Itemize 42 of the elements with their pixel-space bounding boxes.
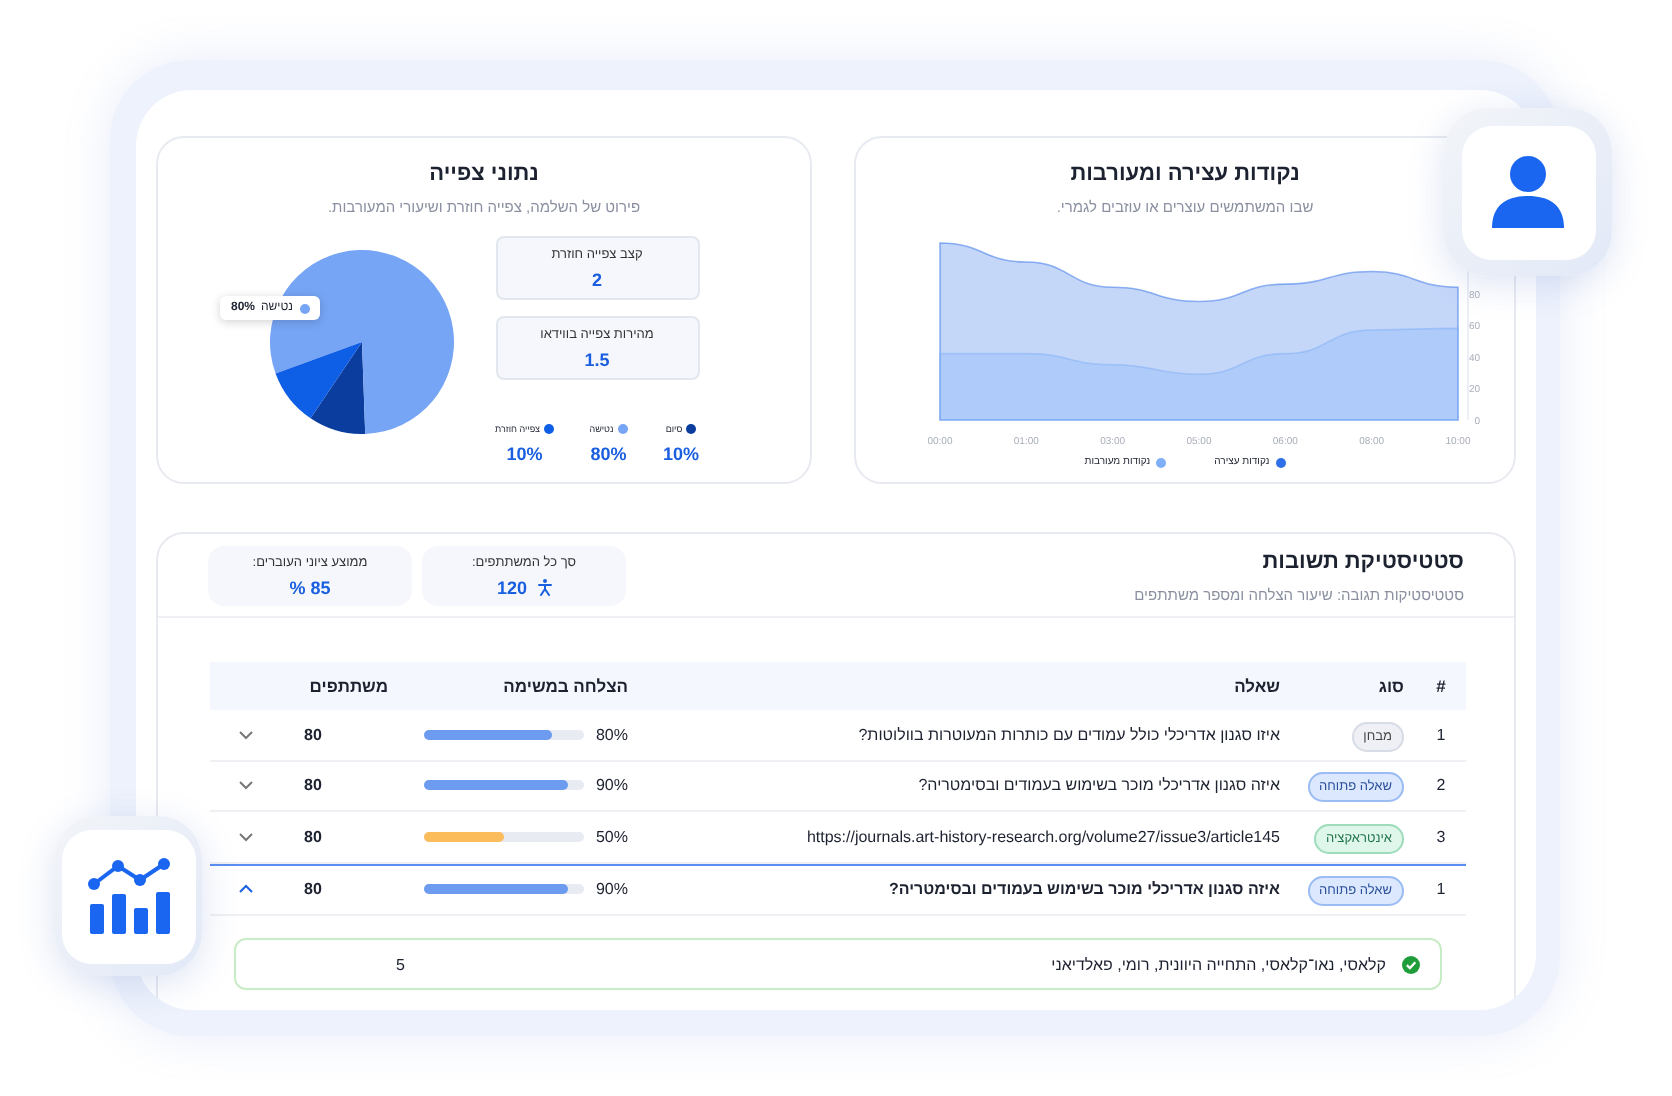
chart-icon <box>84 856 172 936</box>
question-text: איזה סגנון אדריכלי מוכר בשימוש בעמודים ובסימטריה? <box>916 776 1282 795</box>
question-text: https://journals.art-history-research.org/volume27/issue3/article145 <box>804 827 1282 846</box>
chevron-down-icon[interactable] <box>237 831 253 842</box>
row-number: 1 <box>1434 725 1448 744</box>
row-number: 1 <box>1434 880 1448 899</box>
chevron-down-icon[interactable] <box>237 729 253 740</box>
legend-value: 80% <box>590 444 627 464</box>
column-header: שאלה <box>1232 676 1282 696</box>
person-icon <box>1488 152 1568 232</box>
answer-count: 5 <box>396 955 405 973</box>
column-header: סוג <box>1376 676 1406 696</box>
column-header: # <box>1434 676 1448 696</box>
success-percent: 50% <box>595 827 628 846</box>
legend-value: 10% <box>506 444 543 464</box>
answer-text: קלאסי, נאו־קלאסי, התחייה היוונית, רומי, פאלדיאני <box>1051 955 1386 973</box>
participant-count: 80 <box>302 725 324 744</box>
chevron-down-icon[interactable] <box>237 780 253 791</box>
chevron-up-icon[interactable] <box>237 884 253 895</box>
card-title: נתוני צפייה <box>429 162 539 186</box>
legend-dot <box>1275 457 1286 467</box>
success-percent: 80% <box>595 725 628 744</box>
success-percent: 90% <box>595 776 628 795</box>
card-title: נקודות עצירה ומעורבות <box>1070 162 1300 186</box>
stat-value: 2 <box>592 269 603 289</box>
stat-value: 120 <box>496 577 528 597</box>
question-text: איזה סגנון אדריכלי מוכר בשימוש בעמודים ובסימטריה? <box>886 880 1282 899</box>
stat-value: 85 % <box>289 577 331 597</box>
participant-count: 80 <box>302 776 324 795</box>
legend-value: 10% <box>662 444 699 464</box>
column-header: משתתפים <box>307 676 390 696</box>
person-icon <box>537 578 552 596</box>
column-header: הצלחה במשימה <box>501 676 630 696</box>
question-text: איזו סגנון אדריכלי כולל עמודים עם כותרות המעוטרות בוולוטות? <box>856 725 1282 744</box>
success-percent: 90% <box>595 880 628 899</box>
card-title: סטטיסטיקת תשובות <box>1260 549 1464 573</box>
participant-count: 80 <box>302 827 324 846</box>
participant-count: 80 <box>302 880 324 899</box>
row-number: 3 <box>1434 827 1448 846</box>
stat-value: 1.5 <box>584 349 610 369</box>
row-number: 2 <box>1434 776 1448 795</box>
legend-dot <box>1156 457 1167 467</box>
